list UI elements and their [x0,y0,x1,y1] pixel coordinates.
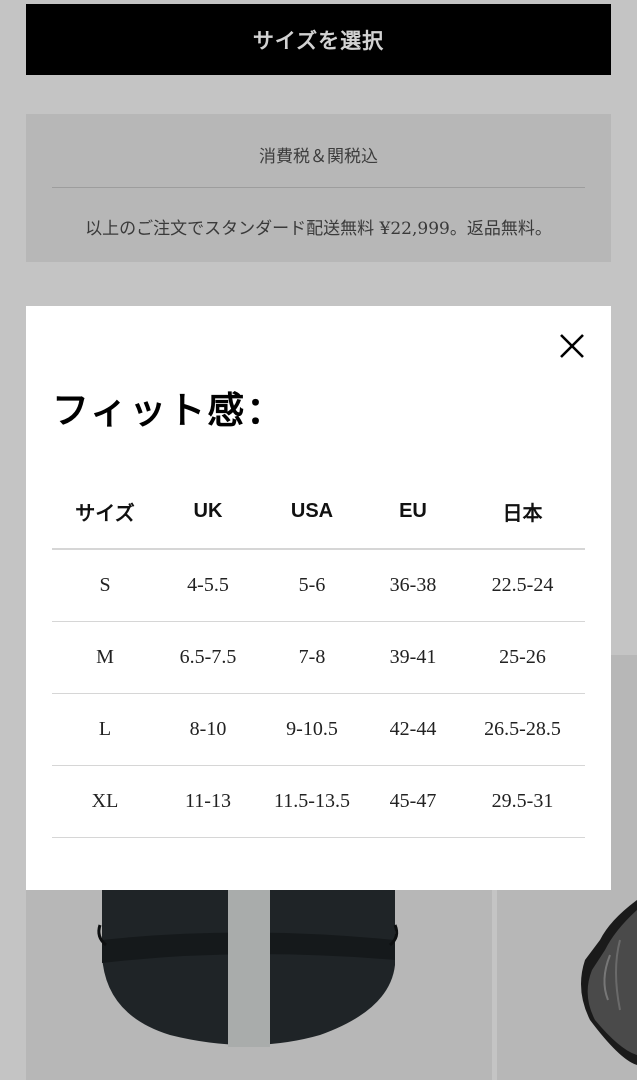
usa-cell: 7-8 [258,621,366,694]
usa-cell: 11.5-13.5 [258,765,366,838]
eu-cell: 39-41 [366,621,460,694]
uk-cell: 4-5.5 [158,549,258,622]
table-row: S 4-5.5 5-6 36-38 22.5-24 [52,549,585,622]
uk-cell: 8-10 [158,693,258,766]
header-usa: USA [258,474,366,550]
japan-cell: 22.5-24 [460,549,585,622]
japan-cell: 29.5-31 [460,765,585,838]
close-button[interactable] [554,328,590,364]
select-size-button[interactable]: サイズを選択 [26,4,611,75]
size-cell: M [52,621,158,694]
tax-included-text: 消費税＆関税込 [259,147,378,167]
japan-cell: 25-26 [460,621,585,694]
eu-cell: 36-38 [366,549,460,622]
size-cell: S [52,549,158,622]
usa-cell: 5-6 [258,549,366,622]
eu-cell: 45-47 [366,765,460,838]
eu-cell: 42-44 [366,693,460,766]
table-row: XL 11-13 11.5-13.5 45-47 29.5-31 [52,765,585,838]
header-japan: 日本 [460,474,585,550]
table-row: M 6.5-7.5 7-8 39-41 25-26 [52,621,585,694]
header-eu: EU [366,474,460,550]
size-cell: L [52,693,158,766]
shipping-info-box: 消費税＆関税込 以上のご注文でスタンダード配送無料 ¥22,999。返品無料。 [26,114,611,262]
usa-cell: 9-10.5 [258,693,366,766]
divider [52,187,585,188]
table-row: L 8-10 9-10.5 42-44 26.5-28.5 [52,693,585,766]
fit-guide-modal: フィット感： サイズ UK USA EU 日本 S 4-5.5 5-6 36-3… [26,306,611,890]
free-shipping-text: 以上のご注文でスタンダード配送無料 ¥22,999。返品無料。 [85,219,552,239]
cycling-cap-image [97,885,399,1047]
header-size: サイズ [52,474,158,550]
close-icon [560,334,584,358]
table-header-row: サイズ UK USA EU 日本 [52,474,585,550]
header-uk: UK [158,474,258,550]
size-cell: XL [52,765,158,838]
size-chart-table: サイズ UK USA EU 日本 S 4-5.5 5-6 36-38 22.5-… [52,474,585,838]
uk-cell: 11-13 [158,765,258,838]
uk-cell: 6.5-7.5 [158,621,258,694]
modal-title: フィット感： [52,389,286,432]
japan-cell: 26.5-28.5 [460,693,585,766]
sock-image [581,860,637,1065]
